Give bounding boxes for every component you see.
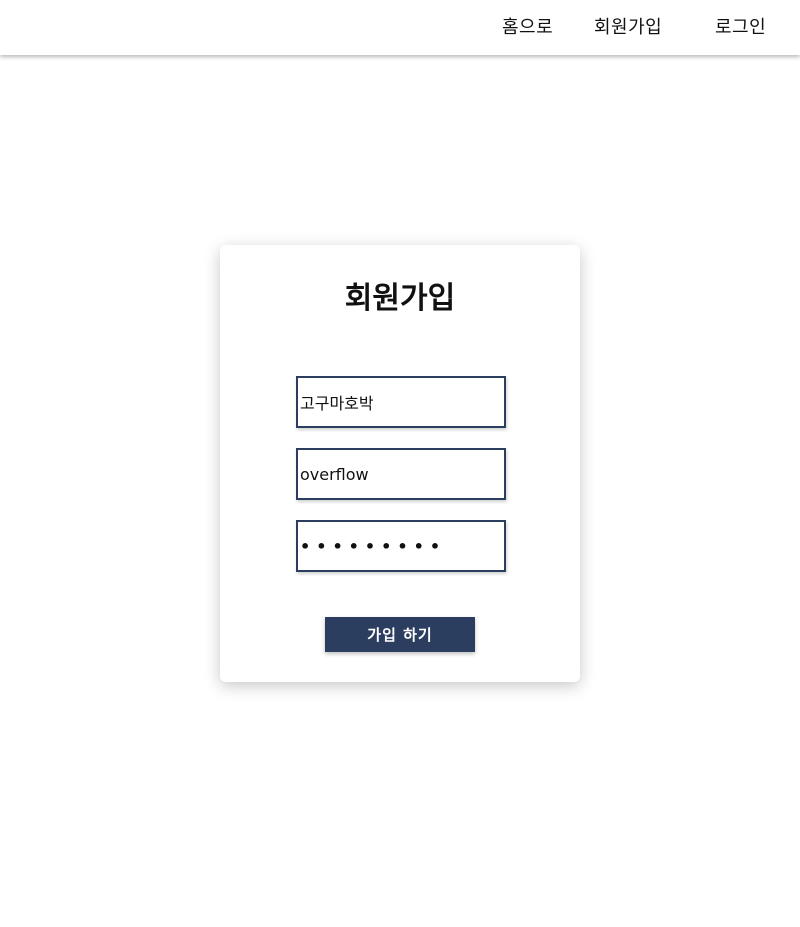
name-input[interactable] [296, 376, 506, 428]
nav-home-link[interactable]: 홈으로 [502, 0, 553, 55]
signup-submit-button[interactable]: 가입 하기 [325, 617, 475, 652]
top-navigation-bar: 홈으로 회원가입 로그인 [0, 0, 800, 55]
nav-signup-link[interactable]: 회원가입 [594, 0, 662, 55]
signup-title: 회원가입 [344, 281, 456, 316]
nav-login-link[interactable]: 로그인 [715, 0, 766, 55]
signup-card: 회원가입 가입 하기 [220, 245, 580, 682]
password-input[interactable] [296, 520, 506, 572]
id-input[interactable] [296, 448, 506, 500]
